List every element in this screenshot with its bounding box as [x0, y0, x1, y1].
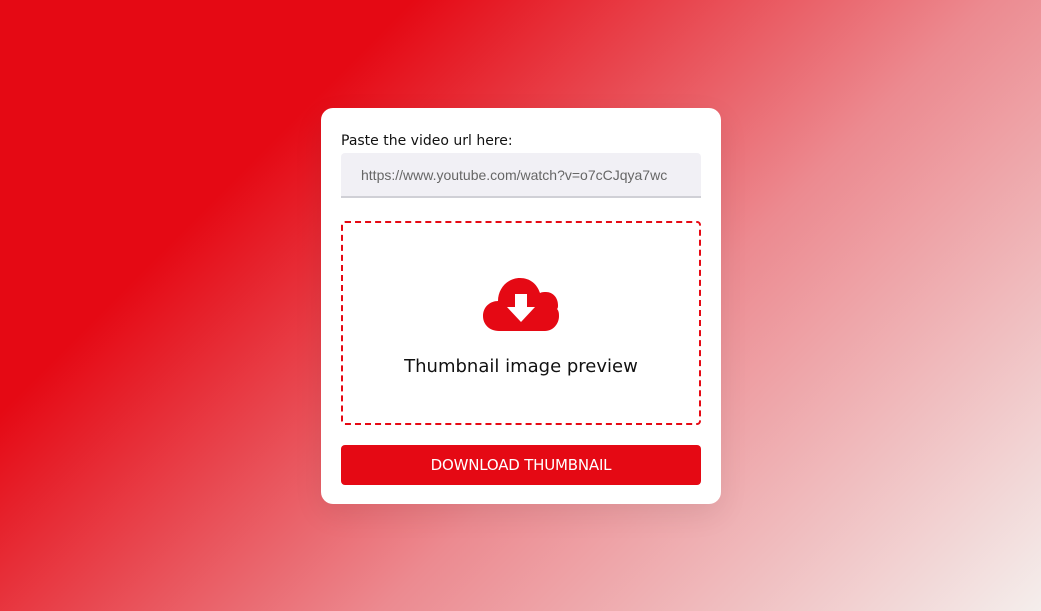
preview-placeholder-text: Thumbnail image preview [404, 355, 638, 377]
cloud-download-icon [483, 277, 559, 331]
thumbnail-downloader-card: Paste the video url here: Thumbnail imag… [321, 108, 721, 504]
thumbnail-preview-area: Thumbnail image preview [341, 221, 701, 425]
url-label: Paste the video url here: [341, 133, 513, 149]
download-thumbnail-button[interactable]: DOWNLOAD THUMBNAIL [341, 445, 701, 485]
video-url-input[interactable] [341, 153, 701, 198]
